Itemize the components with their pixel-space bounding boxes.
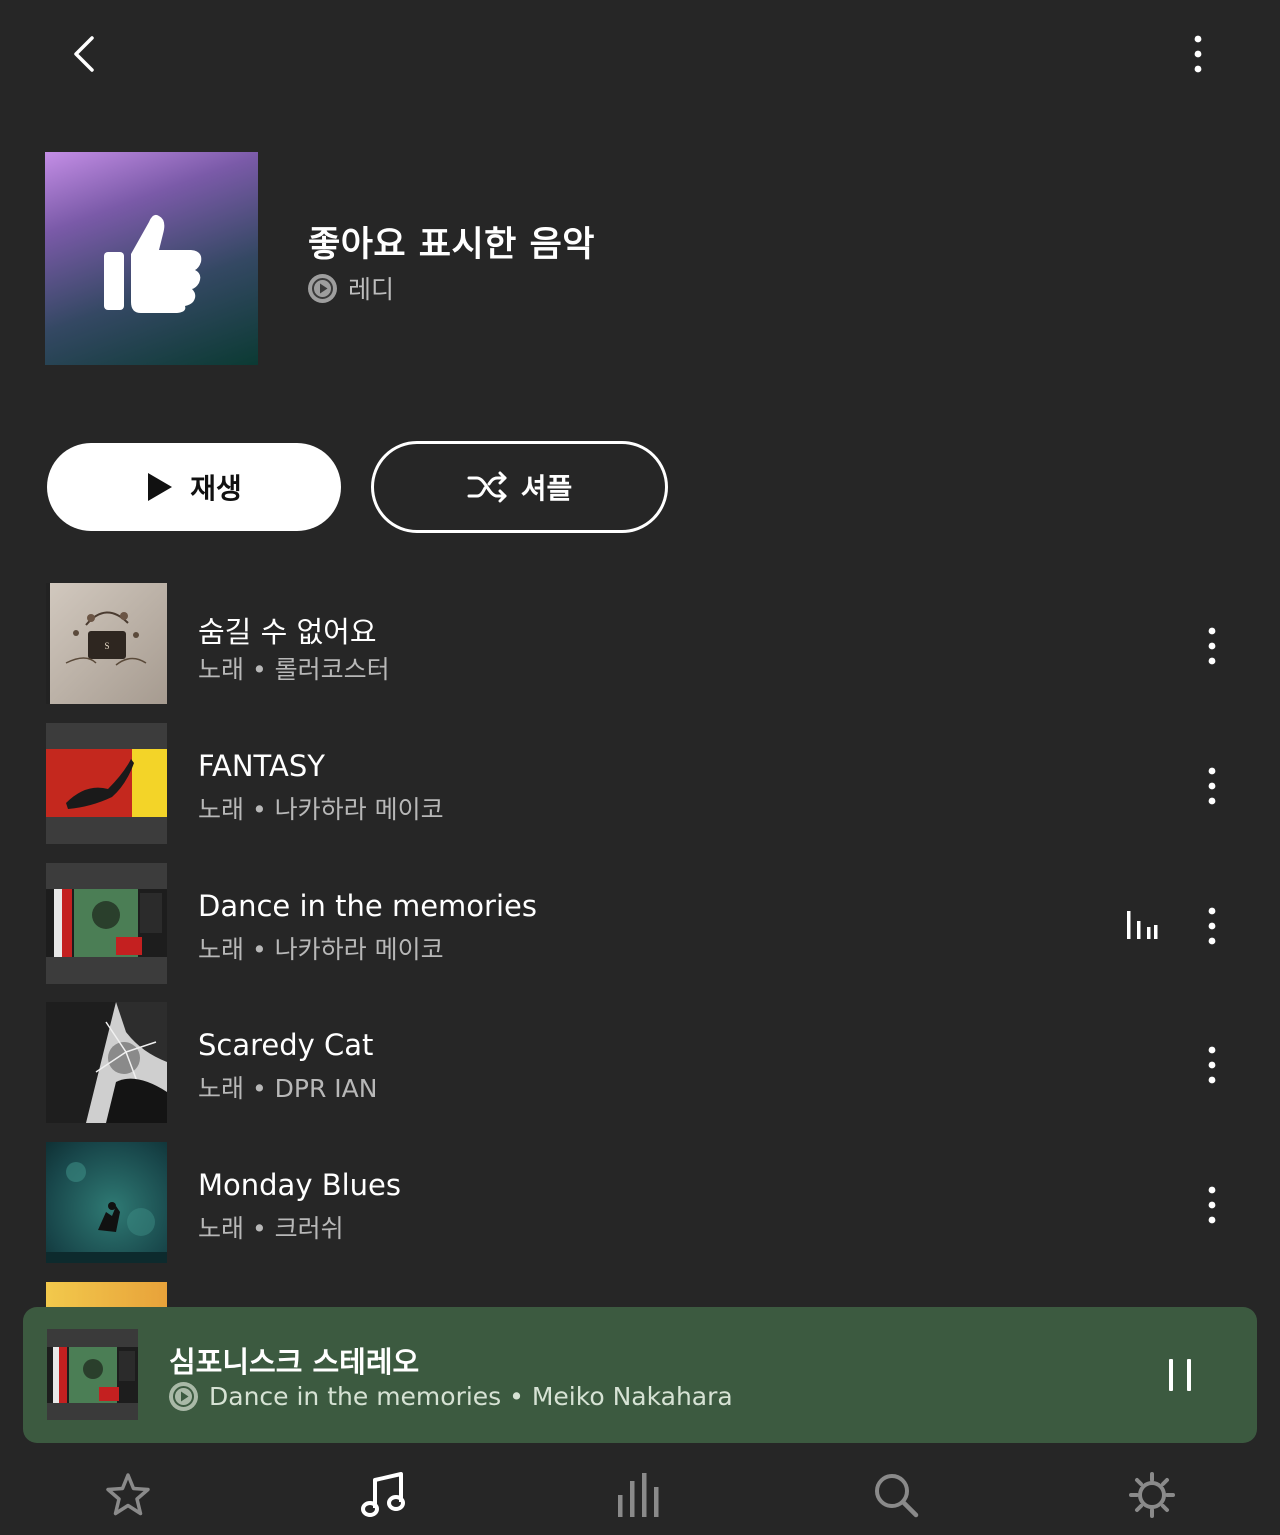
- back-button[interactable]: [56, 28, 112, 80]
- play-button[interactable]: 재생: [47, 443, 341, 531]
- settings-gear-icon: [1129, 1472, 1175, 1518]
- song-more-button[interactable]: [1190, 761, 1234, 811]
- play-circle-icon: [308, 273, 337, 303]
- nav-favorites[interactable]: [93, 1460, 163, 1530]
- play-circle-icon: [169, 1382, 198, 1411]
- nav-settings[interactable]: [1117, 1460, 1187, 1530]
- more-options-button[interactable]: [1172, 28, 1224, 80]
- song-title: Scaredy Cat: [198, 1028, 374, 1062]
- pause-button[interactable]: [1157, 1351, 1203, 1399]
- play-icon: [148, 473, 173, 501]
- song-more-button[interactable]: [1190, 901, 1234, 951]
- song-row[interactable]: FANTASY 노래 • 나카하라 메이코: [0, 723, 1280, 863]
- more-vertical-icon: [1208, 907, 1216, 945]
- chevron-left-icon: [74, 36, 94, 72]
- player-track-info: Dance in the memories • Meiko Nakahara: [209, 1382, 733, 1411]
- album-art: [46, 1002, 167, 1123]
- song-title: FANTASY: [198, 749, 325, 783]
- owner-name: 레디: [348, 275, 395, 304]
- thumbs-up-icon: [103, 214, 201, 313]
- playlist-owner[interactable]: 레디: [307, 270, 394, 306]
- more-vertical-icon: [1208, 1046, 1216, 1084]
- song-subtitle: 노래 • 크러쉬: [198, 1214, 344, 1243]
- nav-charts[interactable]: [605, 1460, 675, 1530]
- svg-text:S: S: [104, 641, 109, 651]
- shuffle-icon: [467, 471, 507, 503]
- song-more-button[interactable]: [1190, 621, 1234, 671]
- equalizer-icon: [618, 1473, 659, 1517]
- more-vertical-icon: [1194, 35, 1202, 73]
- album-art: [46, 723, 167, 844]
- song-title: 숨길 수 없어요: [198, 615, 377, 649]
- player-now-playing: Dance in the memories • Meiko Nakahara: [168, 1381, 733, 1412]
- now-playing-indicator-icon: [1127, 911, 1158, 939]
- song-row[interactable]: S 숨길 수 없어요 노래 • 롤러코스터: [0, 583, 1280, 723]
- song-subtitle: 노래 • DPR IAN: [198, 1074, 378, 1103]
- song-subtitle: 노래 • 나카하라 메이코: [198, 935, 444, 964]
- song-subtitle: 노래 • 나카하라 메이코: [198, 795, 444, 824]
- nav-search[interactable]: [861, 1460, 931, 1530]
- song-more-button[interactable]: [1190, 1040, 1234, 1090]
- mini-player[interactable]: 심포니스크 스테레오 Dance in the memories • Meiko…: [23, 1307, 1257, 1443]
- playlist-cover: [45, 152, 258, 365]
- search-icon: [875, 1474, 919, 1518]
- song-more-button[interactable]: [1190, 1180, 1234, 1230]
- player-album-art: [47, 1329, 138, 1420]
- play-button-label: 재생: [190, 472, 242, 505]
- nav-library[interactable]: [349, 1460, 419, 1530]
- more-vertical-icon: [1208, 1186, 1216, 1224]
- song-row[interactable]: Monday Blues 노래 • 크러쉬: [0, 1142, 1280, 1282]
- pause-icon: [1169, 1359, 1173, 1391]
- bottom-navigation: [0, 1450, 1280, 1535]
- shuffle-button-label: 셔플: [520, 472, 573, 505]
- shuffle-button[interactable]: 셔플: [371, 441, 668, 533]
- song-title: Monday Blues: [198, 1168, 401, 1202]
- music-note-icon: [361, 1472, 405, 1517]
- playlist-title: 좋아요 표시한 음악: [308, 225, 595, 265]
- song-row[interactable]: Dance in the memories 노래 • 나카하라 메이코: [0, 863, 1280, 1003]
- star-icon: [106, 1473, 150, 1516]
- song-title: Dance in the memories: [198, 889, 537, 923]
- more-vertical-icon: [1208, 767, 1216, 805]
- player-station-title: 심포니스크 스테레오: [169, 1345, 420, 1379]
- song-subtitle: 노래 • 롤러코스터: [198, 655, 390, 684]
- album-art: [46, 1142, 167, 1263]
- album-art: S: [46, 583, 167, 704]
- more-vertical-icon: [1208, 627, 1216, 665]
- song-row[interactable]: Scaredy Cat 노래 • DPR IAN: [0, 1002, 1280, 1142]
- album-art: [46, 863, 167, 984]
